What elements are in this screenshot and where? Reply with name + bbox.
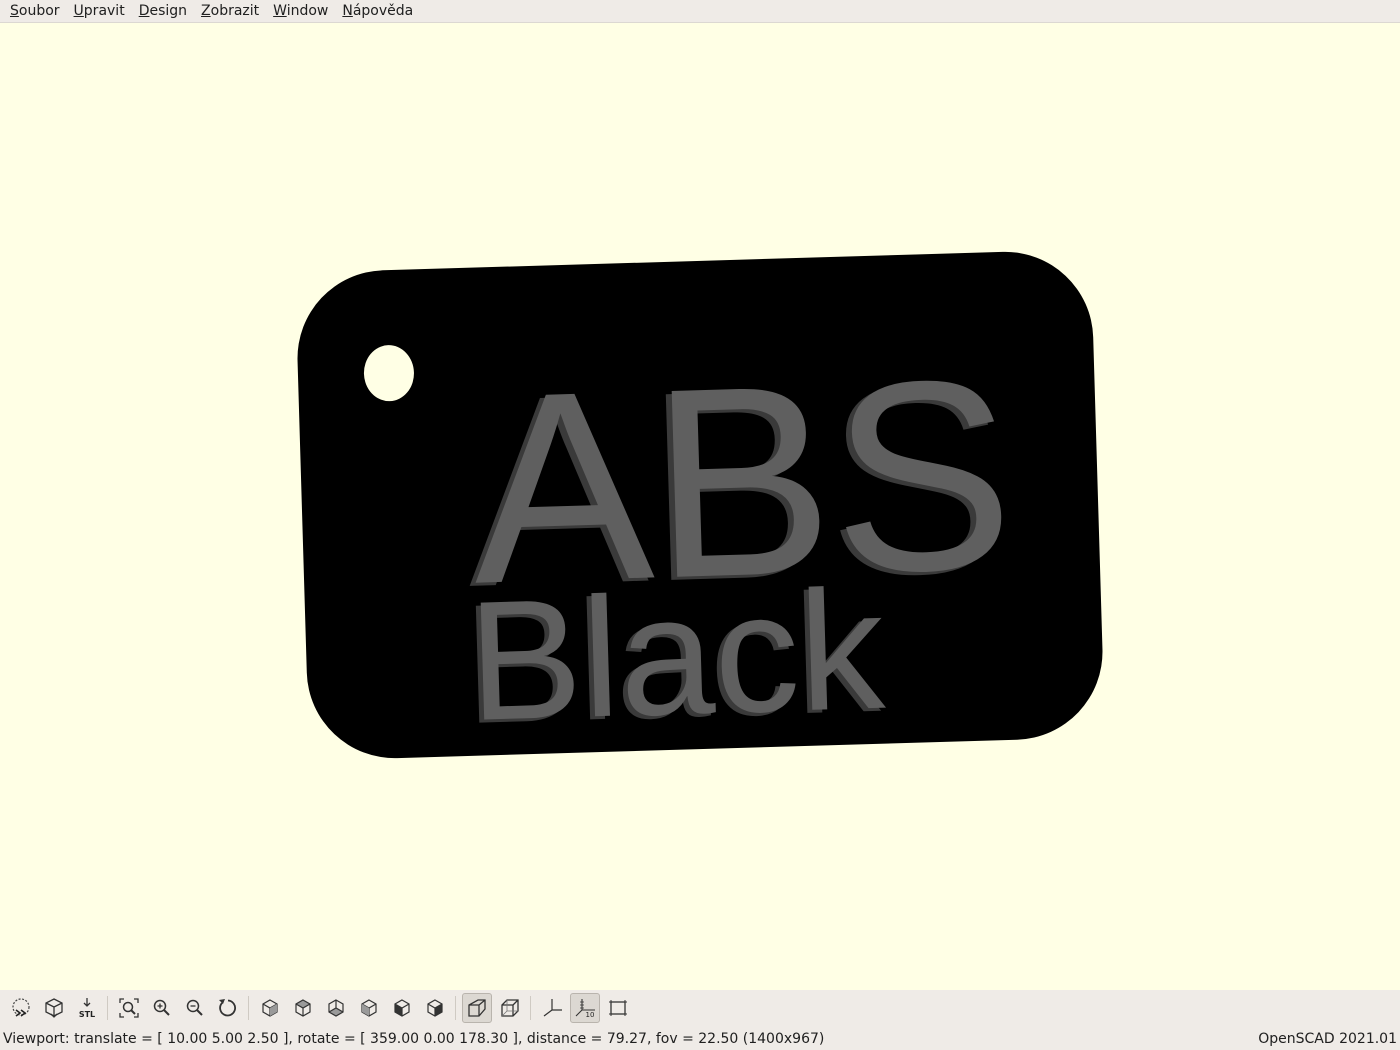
version-label: OpenSCAD 2021.01 (1258, 1030, 1397, 1047)
toolbar-separator (455, 995, 456, 1020)
show-scale-markers-icon[interactable]: 10 (569, 992, 600, 1023)
3d-viewport[interactable]: ABS ABS Black Black (0, 23, 1400, 990)
view-right-icon[interactable] (255, 993, 285, 1023)
status-bar: Viewport: translate = [ 10.00 5.00 2.50 … (0, 1027, 1400, 1050)
toolbar-separator (530, 995, 531, 1020)
zoom-out-icon[interactable] (180, 993, 210, 1023)
show-edges-icon[interactable] (603, 993, 633, 1023)
tag-text-line2: Black Black (461, 555, 888, 760)
toolbar-separator (107, 995, 108, 1020)
render-icon[interactable] (39, 993, 69, 1023)
preview-icon[interactable] (6, 993, 36, 1023)
menu-zobrazit[interactable]: Zobrazit (194, 0, 266, 22)
zoom-in-icon[interactable] (147, 993, 177, 1023)
reset-view-icon[interactable] (213, 993, 243, 1023)
view-back-icon[interactable] (420, 993, 450, 1023)
tag-model: ABS ABS Black Black (297, 251, 1103, 760)
orthogonal-icon[interactable] (495, 993, 525, 1023)
view-front-icon[interactable] (387, 993, 417, 1023)
perspective-icon[interactable] (461, 992, 492, 1023)
view-all-icon[interactable] (114, 993, 144, 1023)
export-stl-icon[interactable]: STL (72, 993, 102, 1023)
scale-markers-label: 10 (585, 1011, 594, 1019)
tag-text-line2-face: Black (466, 555, 888, 757)
menu-upravit[interactable]: Upravit (67, 0, 132, 22)
menu-bar: Soubor Upravit Design Zobrazit Window Ná… (0, 0, 1400, 23)
menu-napoveda[interactable]: Nápověda (335, 0, 420, 22)
menu-soubor[interactable]: Soubor (0, 0, 67, 22)
view-top-icon[interactable] (288, 993, 318, 1023)
show-axes-icon[interactable] (537, 993, 567, 1023)
toolbar-separator (248, 995, 249, 1020)
export-stl-label: STL (78, 1010, 94, 1019)
viewport-status-text: Viewport: translate = [ 10.00 5.00 2.50 … (3, 1030, 825, 1047)
model-render[interactable]: ABS ABS Black Black (0, 23, 1400, 990)
menu-window[interactable]: Window (266, 0, 335, 22)
view-bottom-icon[interactable] (321, 993, 351, 1023)
view-toolbar: STL 10 (0, 990, 1400, 1025)
view-left-icon[interactable] (354, 993, 384, 1023)
menu-design[interactable]: Design (132, 0, 194, 22)
